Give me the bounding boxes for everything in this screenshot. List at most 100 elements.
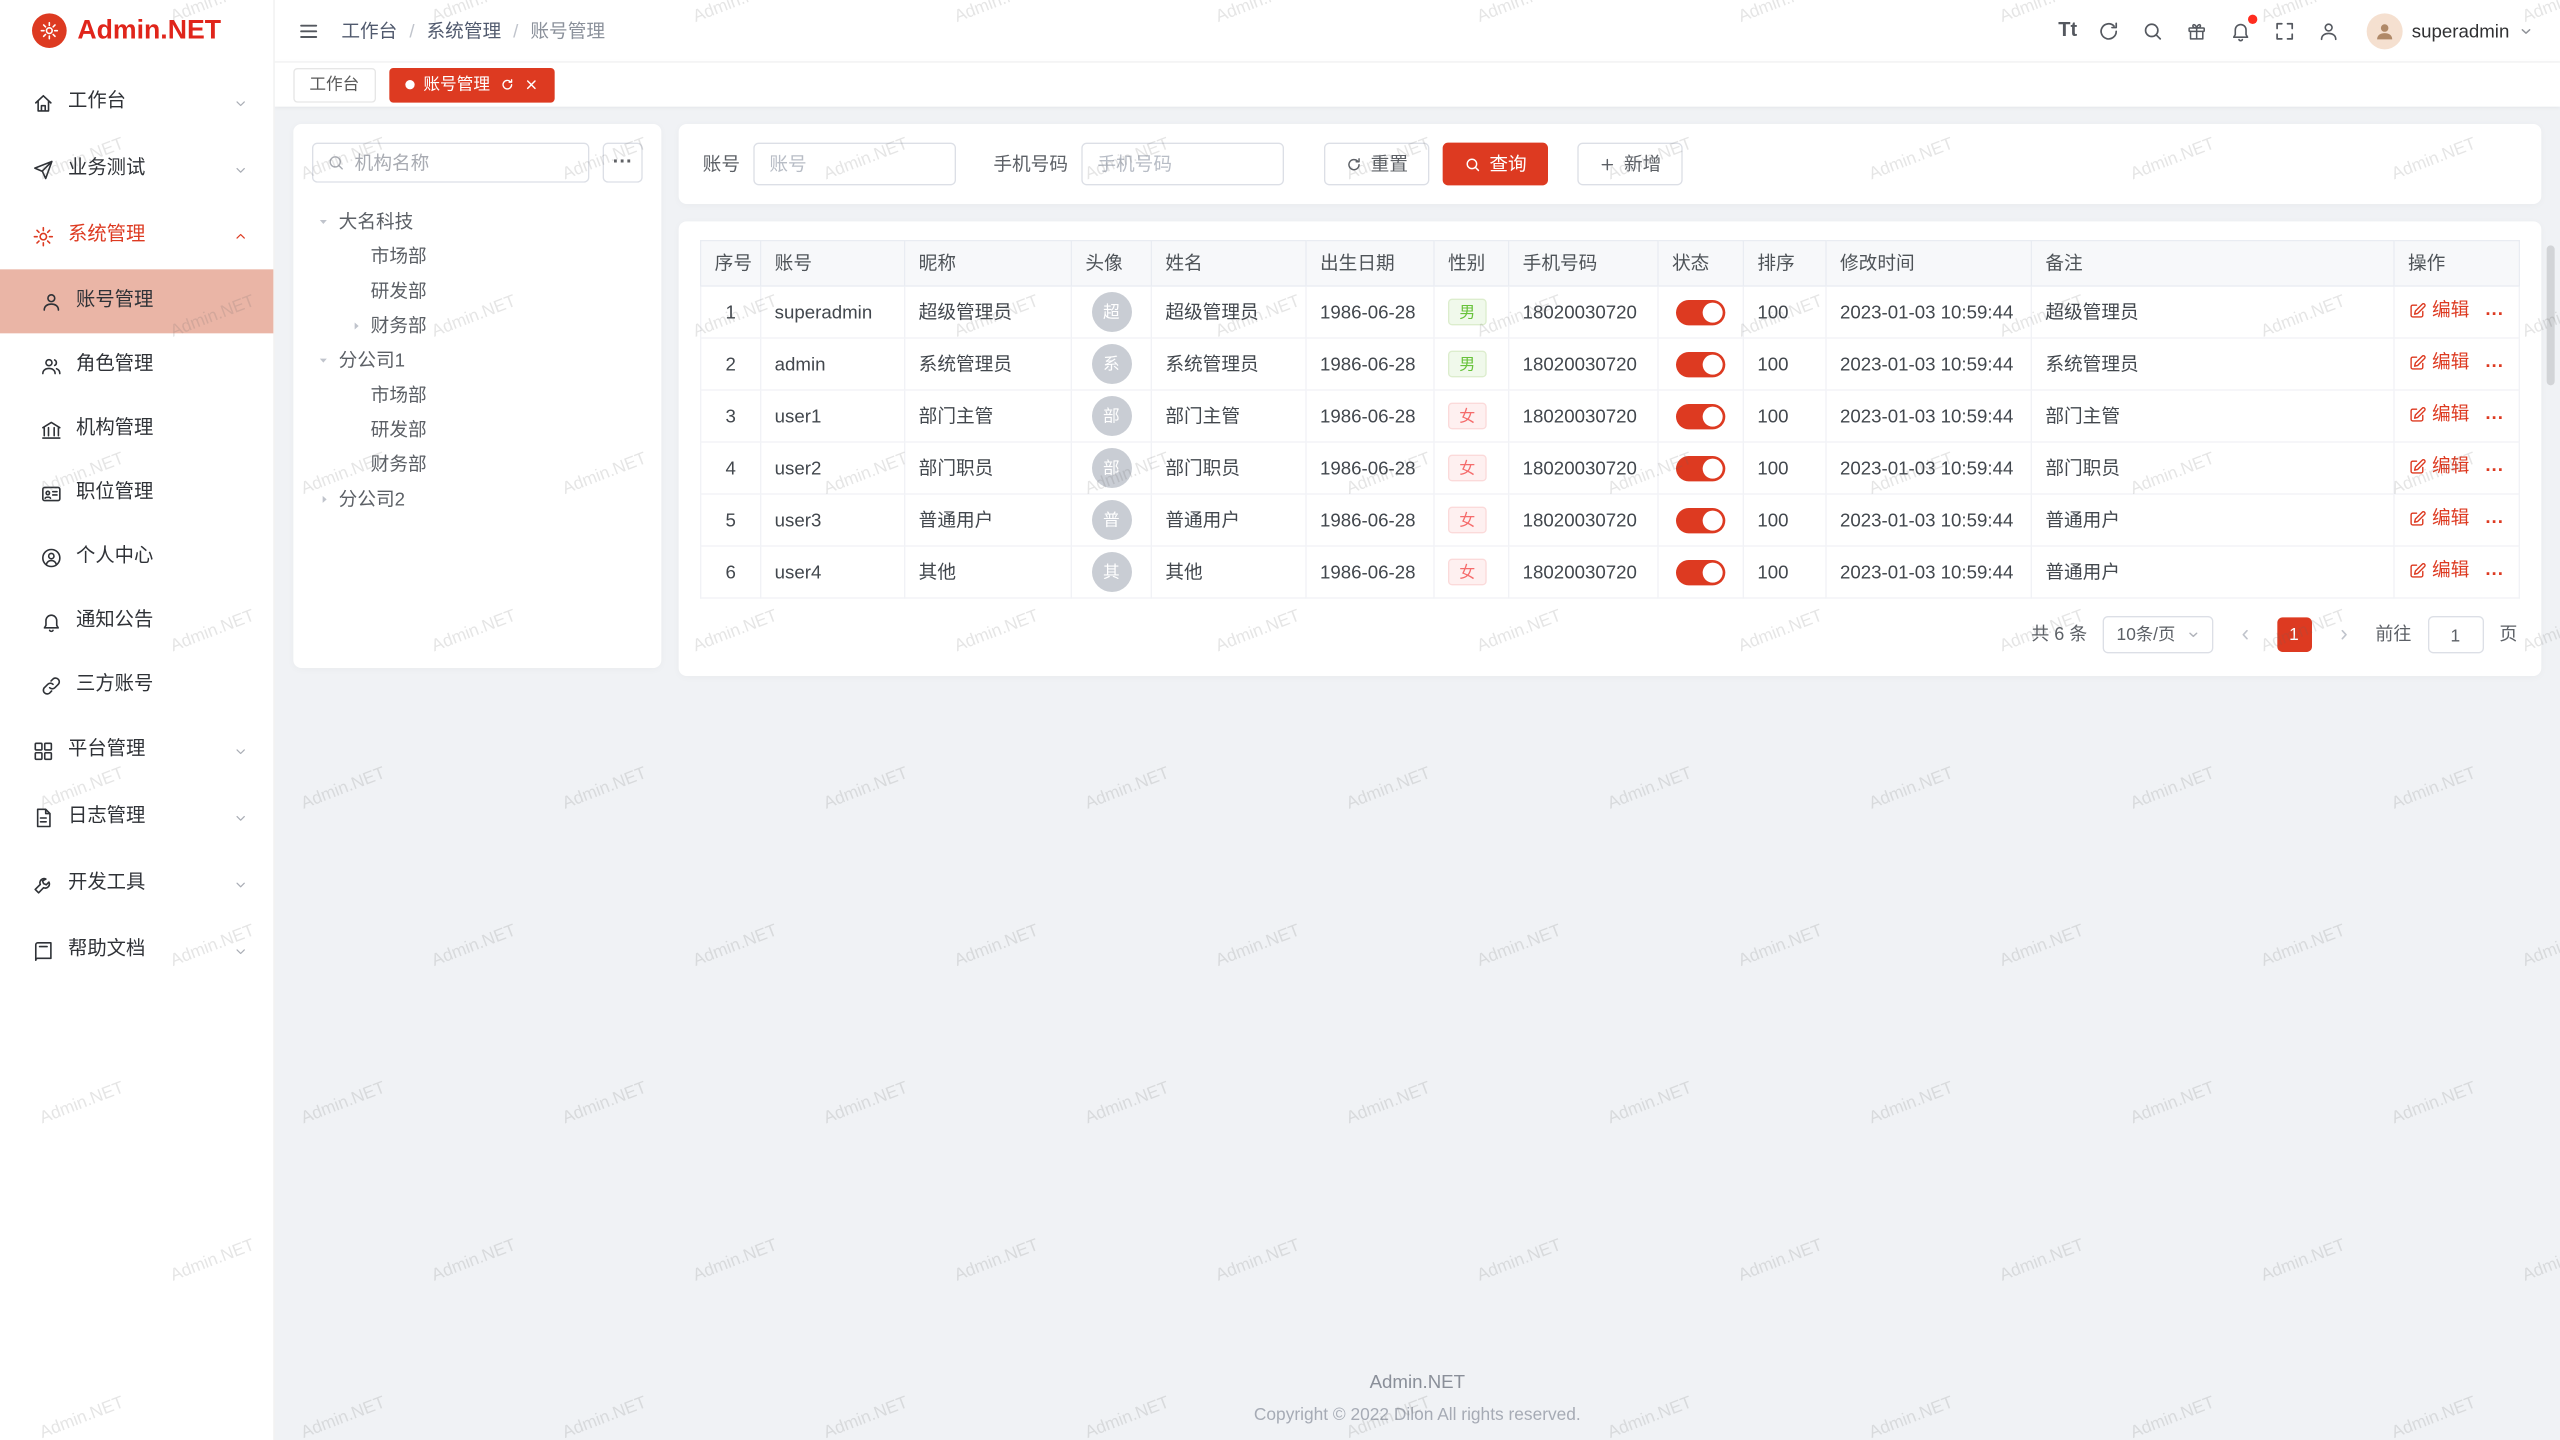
caret-icon[interactable] xyxy=(344,313,368,337)
tree-node[interactable]: 大名科技 xyxy=(312,204,643,239)
sidebar-item-help-docs[interactable]: 帮助文档 xyxy=(0,917,273,984)
page-1-button[interactable]: 1 xyxy=(2277,617,2312,652)
sidebar-item-account-management[interactable]: 账号管理 xyxy=(0,269,273,333)
edit-button[interactable]: 编辑 xyxy=(2408,402,2469,427)
tab-account-management[interactable]: 账号管理 xyxy=(389,67,554,102)
tree-node[interactable]: 市场部 xyxy=(312,239,643,274)
sidebar-item-org-management[interactable]: 机构管理 xyxy=(0,397,273,461)
sidebar-item-personal-center[interactable]: 个人中心 xyxy=(0,525,273,589)
page-size-select[interactable]: 10条/页 xyxy=(2103,616,2212,653)
status-toggle[interactable] xyxy=(1676,300,1725,325)
tree-node[interactable]: 分公司1 xyxy=(312,343,643,378)
row-more-button[interactable]: ··· xyxy=(2485,354,2504,375)
app-title: Admin.NET xyxy=(77,13,221,49)
tree-node[interactable]: 研发部 xyxy=(312,273,643,308)
tab-workbench[interactable]: 工作台 xyxy=(293,67,375,102)
search-icon[interactable] xyxy=(2141,19,2165,43)
theme-icon[interactable] xyxy=(2185,19,2209,43)
edit-button[interactable]: 编辑 xyxy=(2408,558,2469,583)
sidebar-item-third-party-account[interactable]: 三方账号 xyxy=(0,653,273,717)
cell-gender: 男 xyxy=(1434,338,1509,390)
status-toggle[interactable] xyxy=(1676,508,1725,533)
row-more-button[interactable]: ··· xyxy=(2485,562,2504,583)
cell-birthdate: 1986-06-28 xyxy=(1306,338,1434,390)
cell-gender: 女 xyxy=(1434,390,1509,442)
tree-node[interactable]: 财务部 xyxy=(312,447,643,482)
cell-account: user2 xyxy=(761,442,905,494)
breadcrumb-system-management[interactable]: 系统管理 xyxy=(427,18,502,43)
caret-icon[interactable] xyxy=(312,348,336,372)
org-search-input[interactable] xyxy=(355,152,575,173)
table-row: 1superadmin超级管理员超超级管理员1986-06-28男1802003… xyxy=(701,286,2520,338)
next-page-button[interactable] xyxy=(2327,619,2359,651)
tree-node[interactable]: 市场部 xyxy=(312,377,643,412)
edit-button[interactable]: 编辑 xyxy=(2408,350,2469,375)
cell-nickname: 超级管理员 xyxy=(905,286,1072,338)
sidebar-item-role-management[interactable]: 角色管理 xyxy=(0,333,273,397)
prev-page-button[interactable] xyxy=(2229,619,2261,651)
tab-close-icon[interactable] xyxy=(523,77,538,92)
cell-birthdate: 1986-06-28 xyxy=(1306,390,1434,442)
sidebar-item-label: 平台管理 xyxy=(68,738,232,764)
tree-node[interactable]: 研发部 xyxy=(312,412,643,447)
menu-collapse-icon[interactable] xyxy=(296,19,320,43)
sidebar-item-platform-management[interactable]: 平台管理 xyxy=(0,717,273,784)
card-icon xyxy=(40,482,63,505)
caret-icon[interactable] xyxy=(312,209,336,233)
refresh-circle-icon[interactable] xyxy=(2097,19,2121,43)
status-toggle[interactable] xyxy=(1676,404,1725,429)
sidebar-item-notice[interactable]: 通知公告 xyxy=(0,589,273,653)
cell-phone: 18020030720 xyxy=(1509,390,1658,442)
chevron-down-icon xyxy=(232,742,249,759)
app-logo[interactable]: Admin.NET xyxy=(0,0,273,61)
edit-button[interactable]: 编辑 xyxy=(2408,506,2469,531)
breadcrumb: 工作台 / 系统管理 / 账号管理 xyxy=(341,18,605,43)
sidebar-item-business-test[interactable]: 业务测试 xyxy=(0,136,273,203)
edit-button[interactable]: 编辑 xyxy=(2408,298,2469,323)
fullscreen-icon[interactable] xyxy=(2273,19,2297,43)
reset-button[interactable]: 重置 xyxy=(1324,143,1429,186)
org-more-button[interactable]: ··· xyxy=(603,143,643,183)
caret-icon[interactable] xyxy=(312,487,336,511)
row-more-button[interactable]: ··· xyxy=(2485,458,2504,479)
tree-node[interactable]: 财务部 xyxy=(312,308,643,343)
user-menu[interactable]: superadmin xyxy=(2366,13,2533,49)
status-toggle[interactable] xyxy=(1676,352,1725,377)
goto-page-input[interactable] xyxy=(2427,616,2483,653)
phone-input[interactable] xyxy=(1081,143,1284,186)
sidebar-item-position-management[interactable]: 职位管理 xyxy=(0,461,273,525)
edit-icon xyxy=(2408,561,2427,580)
right-column: 账号 手机号码 重置 查询 新增 xyxy=(679,124,2542,676)
account-input[interactable] xyxy=(753,143,956,186)
chevron-down-icon xyxy=(2186,628,2199,641)
chevron-left-icon xyxy=(2237,627,2253,643)
cell-actions: 编辑 ··· xyxy=(2394,390,2519,442)
add-button[interactable]: 新增 xyxy=(1577,143,1682,186)
edit-button[interactable]: 编辑 xyxy=(2408,454,2469,479)
font-size-icon[interactable]: Tt xyxy=(2058,19,2077,43)
sidebar-item-dev-tools[interactable]: 开发工具 xyxy=(0,851,273,918)
sidebar-item-label: 职位管理 xyxy=(76,480,249,506)
status-toggle[interactable] xyxy=(1676,560,1725,585)
sidebar-item-log-management[interactable]: 日志管理 xyxy=(0,784,273,851)
cell-actions: 编辑 ··· xyxy=(2394,494,2519,546)
notification-bell-icon[interactable] xyxy=(2229,19,2253,43)
row-more-button[interactable]: ··· xyxy=(2485,406,2504,427)
search-button[interactable]: 查询 xyxy=(1443,143,1548,186)
sidebar-menu: 工作台业务测试系统管理账号管理角色管理机构管理职位管理个人中心通知公告三方账号平… xyxy=(0,61,273,984)
accounts-table: 序号 账号 昵称 头像 姓名 出生日期 性别 手机号码 状态 排序 修改时间 xyxy=(700,240,2520,599)
sidebar-item-workbench[interactable]: 工作台 xyxy=(0,69,273,136)
cell-birthdate: 1986-06-28 xyxy=(1306,546,1434,598)
cell-order: 100 xyxy=(1743,390,1826,442)
gender-tag: 男 xyxy=(1448,351,1487,378)
profile-icon[interactable] xyxy=(2317,19,2341,43)
tab-refresh-icon[interactable] xyxy=(499,77,514,92)
row-more-button[interactable]: ··· xyxy=(2485,510,2504,531)
scrollbar-thumb[interactable] xyxy=(2547,245,2555,385)
tree-node[interactable]: 分公司2 xyxy=(312,481,643,516)
row-more-button[interactable]: ··· xyxy=(2485,302,2504,323)
status-toggle[interactable] xyxy=(1676,456,1725,481)
sidebar-item-system-management[interactable]: 系统管理 xyxy=(0,203,273,270)
breadcrumb-workbench[interactable]: 工作台 xyxy=(341,18,397,43)
plus-icon xyxy=(1599,155,1616,172)
